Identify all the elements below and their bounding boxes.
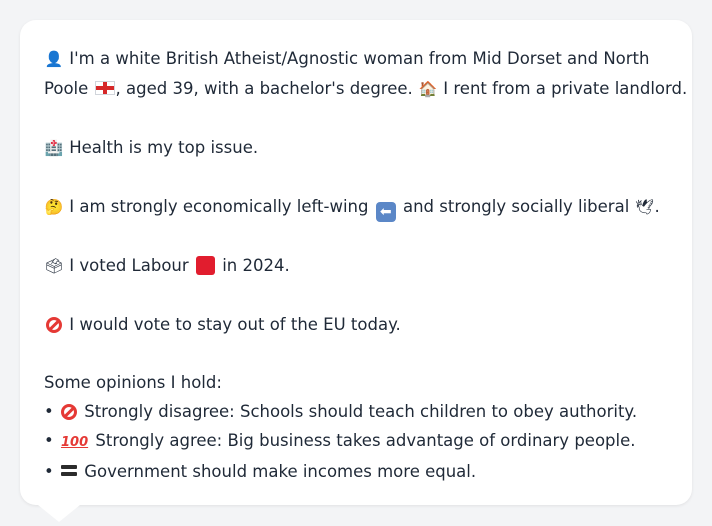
eu-text: I would vote to stay out of the EU today… [69,315,401,334]
opinion-text: Strongly disagree: Schools should teach … [84,402,638,421]
dove-icon: 🕊 [635,198,655,216]
person-icon: 👤 [44,50,64,68]
intro-text-2: Poole [44,79,89,98]
social-text: and strongly socially liberal [402,197,630,216]
left-arrow-icon: ⬅ [375,202,396,222]
opinion-item: • Government should make incomes more eq… [44,457,672,486]
ideology-line: 🤔 I am strongly economically left-wing ⬅… [44,192,672,222]
hospital-icon: 🏥 [44,139,64,157]
opinion-item: • 100 Strongly agree: Big business takes… [44,426,672,457]
intro-text-1: I'm a white British Atheist/Agnostic wom… [69,49,650,68]
opinions-heading: Some opinions I hold: [44,373,222,392]
eu-line: I would vote to stay out of the EU today… [44,310,672,339]
intro-line-1: 👤 I'm a white British Atheist/Agnostic w… [44,44,672,74]
equals-icon [60,465,77,477]
intro-line-2: Poole , aged 39, with a bachelor's degre… [44,74,687,104]
thinking-face-icon: 🤔 [44,198,64,216]
no-entry-icon [60,404,77,420]
opinion-text: Government should make incomes more equa… [84,462,477,481]
red-square-icon [195,256,215,275]
health-line: 🏥 Health is my top issue. [44,133,672,163]
bullet: • [44,431,54,450]
england-flag-icon [94,81,115,95]
hundred-points-icon: 100 [60,435,89,450]
health-text: Health is my top issue. [69,138,259,157]
bullet: • [44,402,54,421]
intro-text-4: I rent from a private landlord. [443,79,688,98]
intro-text-3: , aged 39, with a bachelor's degree. [115,79,413,98]
ballot-box-icon: 🗳 [44,257,64,275]
ideology-period: . [654,197,660,216]
bullet: • [44,462,54,481]
opinion-text: Strongly agree: Big business takes advan… [95,431,636,450]
house-icon: 🏠 [418,80,438,98]
speech-bubble-tail [38,505,80,522]
vote-text-2: in 2024. [222,256,290,275]
opinion-item: • Strongly disagree: Schools should teac… [44,397,672,426]
econ-text: I am strongly economically left-wing [69,197,369,216]
no-entry-icon [46,317,62,333]
vote-line: 🗳 I voted Labour in 2024. [44,251,672,281]
persona-card: 👤 I'm a white British Atheist/Agnostic w… [20,20,692,505]
vote-text-1: I voted Labour [69,256,189,275]
